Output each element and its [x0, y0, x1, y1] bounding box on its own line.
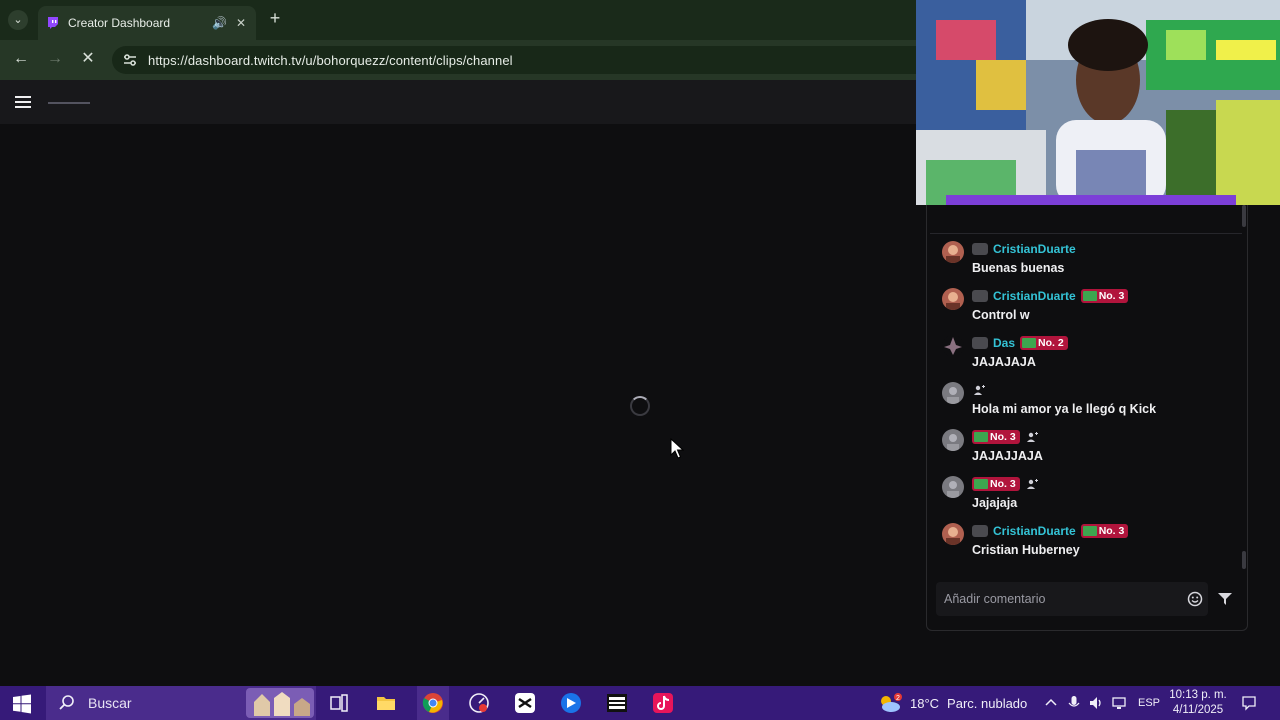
browser-tab-active[interactable]: Creator Dashboard 🔊 ✕ — [38, 6, 256, 40]
chat-message-text: Cristian Huberney — [972, 543, 1080, 557]
rank-badge-label: No. 3 — [990, 478, 1016, 490]
weather-cloud-icon: 2 — [881, 693, 902, 712]
flag-icon — [974, 432, 988, 442]
loading-spinner-icon — [630, 396, 650, 416]
chat-message: CristianDuarte No. 3 Cristian Huberney — [942, 523, 1232, 567]
user-avatar[interactable] — [942, 335, 964, 357]
moderator-badge-icon — [972, 337, 988, 349]
chat-message: No. 3 Jajajaja — [942, 476, 1232, 520]
tab-title: Creator Dashboard — [68, 16, 171, 30]
user-avatar[interactable] — [942, 241, 964, 263]
rank-badge-label: No. 3 — [990, 431, 1016, 443]
tab-search-dropdown-icon[interactable]: ⌄ — [8, 10, 28, 30]
chat-scrollbar[interactable] — [1241, 205, 1247, 569]
chat-message: CristianDuarte No. 3 Control w — [942, 288, 1232, 332]
chat-message: Das No. 2 JAJAJAJA — [942, 335, 1232, 379]
moderator-badge-icon — [972, 525, 988, 537]
chat-username[interactable]: Das — [993, 336, 1015, 350]
chat-comment-input[interactable]: Añadir comentario — [936, 582, 1208, 616]
chat-username[interactable]: CristianDuarte — [993, 524, 1076, 538]
send-icon[interactable] — [1216, 590, 1234, 608]
notifications-icon[interactable] — [1241, 695, 1257, 711]
weather-widget[interactable]: 2 18°C Parc. nublado — [878, 692, 1027, 714]
loading-placeholder-bar — [48, 102, 90, 104]
weather-alert-count: 2 — [896, 695, 900, 702]
twitch-favicon-icon — [48, 17, 58, 29]
bluestacks-icon[interactable] — [560, 692, 582, 714]
moderator-badge-icon — [972, 243, 988, 255]
rank-badge: No. 3 — [1080, 524, 1129, 538]
forward-arrow-icon[interactable]: → — [44, 48, 66, 70]
search-label: Buscar — [88, 695, 132, 711]
flag-icon — [1082, 291, 1097, 301]
speed-app-icon[interactable] — [468, 692, 490, 714]
chat-message: No. 3 JAJAJJAJA — [942, 429, 1232, 473]
url-text: https://dashboard.twitch.tv/u/bohorquezz… — [148, 52, 513, 68]
chat-header-divider — [930, 233, 1242, 234]
flag-icon — [1082, 526, 1097, 536]
user-avatar[interactable] — [942, 288, 964, 310]
menu-hamburger-icon[interactable] — [14, 94, 32, 110]
rank-badge: No. 3 — [972, 430, 1020, 444]
flag-icon — [974, 479, 988, 489]
call-of-duty-icon[interactable] — [606, 692, 628, 714]
chat-message-text: Hola mi amor ya le llegó q Kick — [972, 402, 1157, 416]
chrome-icon[interactable] — [422, 692, 444, 714]
rank-badge: No. 3 — [972, 477, 1020, 491]
weather-temp: 18°C — [910, 695, 940, 711]
taskbar-clock[interactable]: 10:13 p. m. 4/11/2025 — [1168, 688, 1228, 718]
back-arrow-icon[interactable]: ← — [10, 48, 32, 70]
speaker-icon[interactable]: 🔊 — [212, 16, 227, 30]
moderator-badge-icon — [972, 290, 988, 302]
rank-badge-label: No. 2 — [1038, 337, 1064, 349]
user-avatar[interactable] — [942, 523, 964, 545]
input-language-indicator[interactable]: ESP — [1138, 697, 1160, 709]
chat-input-placeholder: Añadir comentario — [944, 592, 1046, 606]
chat-message-text: JAJAJJAJA — [972, 449, 1043, 463]
clock-date: 4/11/2025 — [1172, 704, 1224, 716]
windows-start-icon[interactable] — [12, 694, 32, 714]
tiktok-icon[interactable] — [652, 692, 674, 714]
chat-message-text: Jajajaja — [972, 496, 1018, 510]
person-badge-icon — [974, 385, 985, 395]
address-bar[interactable]: https://dashboard.twitch.tv/u/bohorquezz… — [112, 46, 916, 74]
rank-badge: No. 2 — [1020, 336, 1068, 350]
clock-time: 10:13 p. m. — [1169, 689, 1227, 701]
mouse-cursor-icon — [670, 438, 684, 459]
chat-username[interactable]: CristianDuarte — [993, 289, 1076, 303]
flag-icon — [1022, 338, 1037, 348]
network-icon[interactable] — [1111, 695, 1127, 711]
site-info-icon[interactable] — [122, 52, 138, 68]
volume-icon[interactable] — [1088, 695, 1104, 711]
capcut-icon[interactable] — [514, 692, 536, 714]
chat-username[interactable]: CristianDuarte — [993, 242, 1076, 256]
dashboard-top-nav — [0, 80, 916, 124]
emoji-icon[interactable] — [1186, 590, 1204, 608]
search-highlight-illustration — [246, 688, 314, 718]
streamer-webcam-overlay — [916, 0, 1280, 205]
chat-message: CristianDuarte Buenas buenas — [942, 241, 1232, 285]
new-tab-button[interactable]: + — [266, 9, 284, 27]
person-badge-icon — [1026, 479, 1038, 489]
close-tab-icon[interactable]: ✕ — [234, 16, 248, 30]
dashboard-content-area — [0, 124, 916, 686]
microphone-icon[interactable] — [1066, 695, 1082, 711]
file-explorer-icon[interactable] — [375, 692, 397, 714]
rank-badge-label: No. 3 — [1098, 525, 1125, 537]
stop-loading-icon[interactable]: ✕ — [77, 48, 99, 70]
rank-badge: No. 3 — [1080, 289, 1129, 303]
user-avatar[interactable] — [942, 382, 964, 404]
weather-desc: Parc. nublado — [947, 695, 1028, 711]
user-avatar[interactable] — [942, 429, 964, 451]
search-icon — [59, 695, 74, 710]
chevron-up-icon[interactable] — [1043, 695, 1059, 711]
rank-badge-label: No. 3 — [1098, 290, 1125, 302]
user-avatar[interactable] — [942, 476, 964, 498]
task-view-icon[interactable] — [328, 692, 350, 714]
chat-message-text: Buenas buenas — [972, 261, 1065, 275]
person-badge-icon — [1026, 432, 1038, 442]
chat-message-text: Control w — [972, 308, 1030, 322]
chat-message: Hola mi amor ya le llegó q Kick — [942, 382, 1232, 426]
chat-message-text: JAJAJAJA — [972, 355, 1036, 369]
